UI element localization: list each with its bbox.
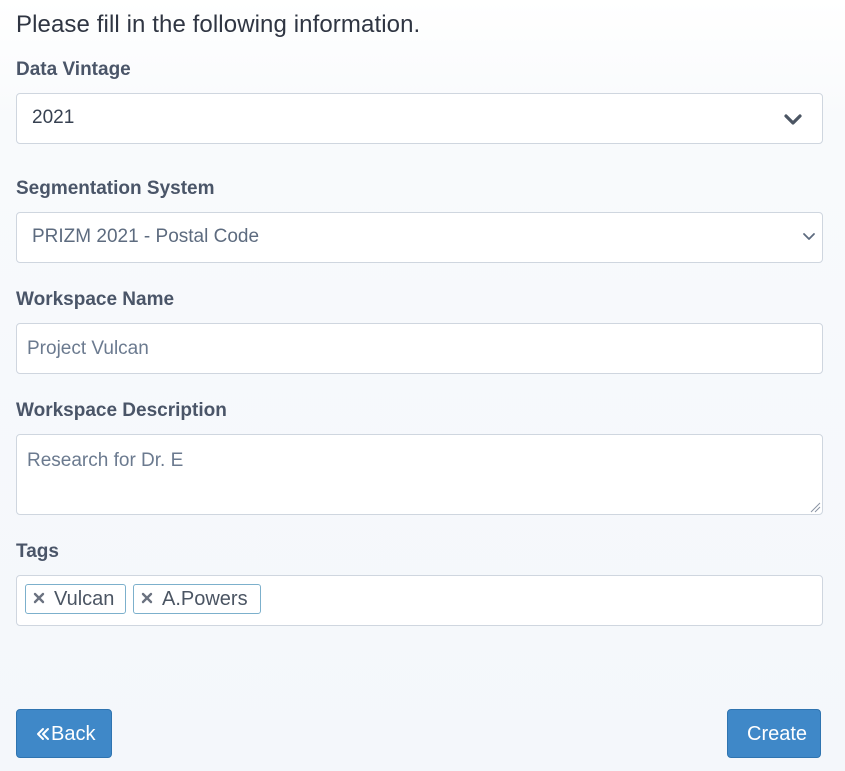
data-vintage-select[interactable]: 2021: [16, 93, 823, 144]
workspace-name-label: Workspace Name: [16, 289, 175, 310]
tag-label: A.Powers: [162, 588, 248, 610]
data-vintage-value: 2021: [32, 107, 75, 128]
tags-input[interactable]: Vulcan A.Powers: [16, 575, 823, 626]
tags-label: Tags: [16, 541, 59, 562]
back-button-label: Back: [51, 723, 96, 745]
tag-chip: A.Powers: [133, 584, 261, 614]
form-intro-text: Please fill in the following information…: [16, 11, 421, 38]
create-button[interactable]: Create: [727, 709, 821, 758]
segmentation-system-select[interactable]: PRIZM 2021 - Postal Code: [16, 212, 823, 263]
close-icon[interactable]: [33, 592, 45, 604]
workspace-description-label: Workspace Description: [16, 400, 227, 421]
workspace-description-value: Research for Dr. E: [27, 450, 184, 471]
double-chevron-left-icon: [37, 728, 49, 740]
segmentation-system-value: PRIZM 2021 - Postal Code: [32, 226, 260, 247]
close-icon[interactable]: [141, 592, 153, 604]
workspace-name-input[interactable]: Project Vulcan: [16, 323, 823, 374]
tag-chip: Vulcan: [25, 584, 126, 614]
segmentation-system-label: Segmentation System: [16, 178, 215, 199]
data-vintage-label: Data Vintage: [16, 59, 131, 80]
resize-handle-icon[interactable]: [809, 501, 821, 513]
tag-label: Vulcan: [54, 588, 115, 610]
workspace-name-value: Project Vulcan: [27, 338, 149, 359]
workspace-description-textarea[interactable]: Research for Dr. E: [16, 434, 823, 515]
chevron-down-icon: [784, 114, 802, 125]
chevron-down-icon: [803, 233, 815, 240]
back-button[interactable]: Back: [16, 709, 112, 758]
create-button-label: Create: [747, 723, 808, 745]
